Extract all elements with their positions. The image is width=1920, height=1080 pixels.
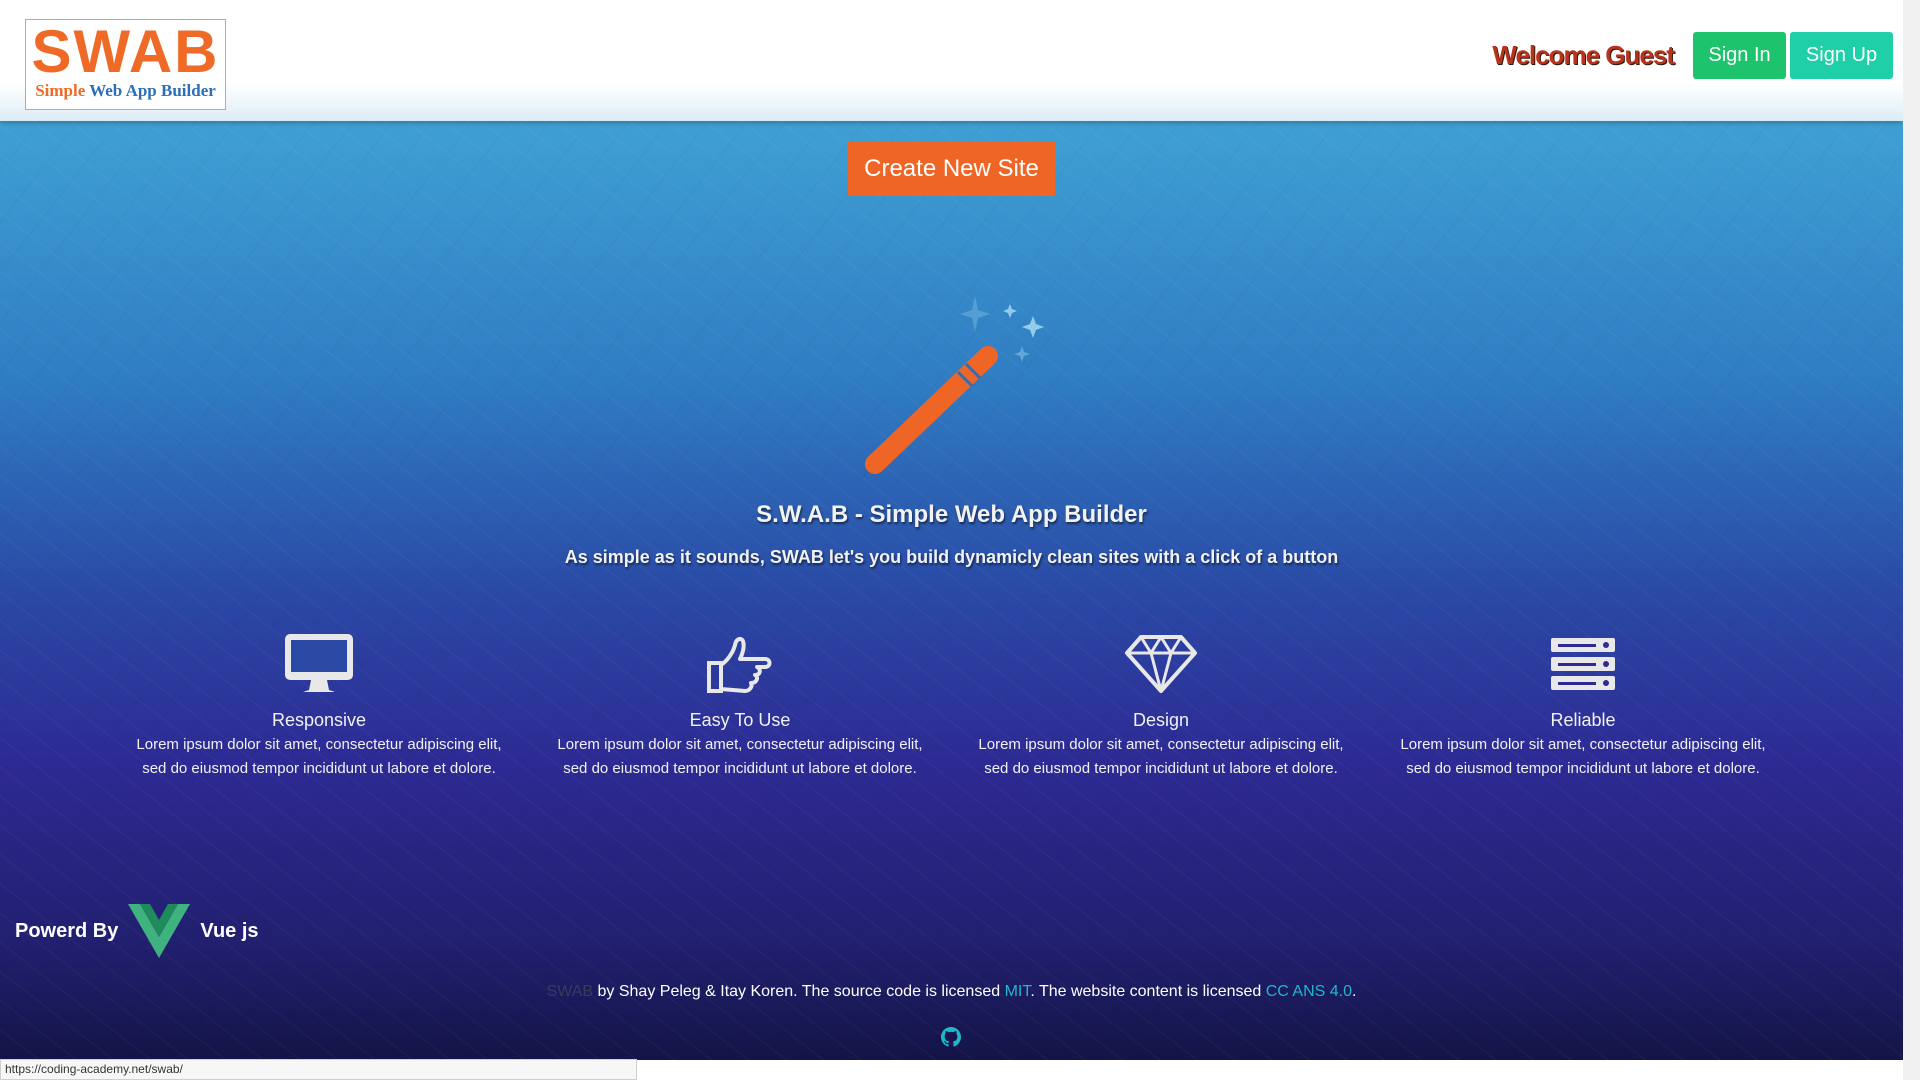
hero-section: Create New Site S.W.A.B - Simple Web App… bbox=[0, 121, 1903, 1060]
hero-title: S.W.A.B - Simple Web App Builder bbox=[756, 501, 1147, 528]
sign-up-button[interactable]: Sign Up bbox=[1790, 32, 1893, 79]
footer-credits: SWAB by Shay Peleg & Itay Koren. The sou… bbox=[0, 983, 1903, 1001]
magic-wand-icon bbox=[865, 296, 1044, 474]
powered-by-vue: Vue js bbox=[200, 919, 259, 942]
logo-wordmark: SWAB bbox=[31, 18, 220, 85]
vue-logo-icon[interactable] bbox=[128, 904, 191, 958]
feature-title: Easy To Use bbox=[689, 710, 791, 730]
footer-text: . bbox=[1352, 983, 1357, 1000]
feature-design: Design Lorem ipsum dolor sit amet, conse… bbox=[961, 629, 1361, 781]
feature-description: Lorem ipsum dolor sit amet, consectetur … bbox=[119, 733, 519, 781]
github-icon[interactable] bbox=[941, 1027, 961, 1047]
feature-desc-line: Lorem ipsum dolor sit amet, consectetur … bbox=[978, 736, 1344, 753]
footer-text: by Shay Peleg & Itay Koren. The source c… bbox=[593, 983, 1005, 1000]
page: SWAB Simple Web App Builder Welcome Gues… bbox=[0, 0, 1903, 1080]
feature-description: Lorem ipsum dolor sit amet, consectetur … bbox=[540, 733, 940, 781]
feature-title: Design bbox=[1132, 710, 1190, 730]
welcome-text: Welcome Guest bbox=[1492, 40, 1675, 70]
hero-subtitle: As simple as it sounds, SWAB let's you b… bbox=[564, 547, 1339, 567]
header: SWAB Simple Web App Builder Welcome Gues… bbox=[0, 0, 1903, 121]
feature-desc-line: Lorem ipsum dolor sit amet, consectetur … bbox=[136, 736, 502, 753]
feature-desc-line: sed do eiusmod tempor incididunt ut labo… bbox=[142, 760, 496, 777]
footer-brand: SWAB bbox=[546, 983, 594, 1000]
feature-desc-line: sed do eiusmod tempor incididunt ut labo… bbox=[1406, 760, 1760, 777]
logo-tagline: Simple Web App Builder bbox=[26, 81, 225, 101]
feature-easy-to-use: Easy To Use Lorem ipsum dolor sit amet, … bbox=[540, 629, 940, 781]
monitor-icon bbox=[285, 634, 353, 692]
powered-by: Powerd By Vue js bbox=[15, 904, 259, 958]
feature-reliable: Reliable Lorem ipsum dolor sit amet, con… bbox=[1383, 629, 1783, 781]
sign-in-button[interactable]: Sign In bbox=[1693, 32, 1786, 79]
feature-desc-line: sed do eiusmod tempor incididunt ut labo… bbox=[563, 760, 917, 777]
server-icon bbox=[1551, 638, 1615, 690]
diamond-icon bbox=[1125, 635, 1197, 693]
bottom-strip bbox=[637, 1060, 1903, 1080]
thumb-pointing-icon bbox=[707, 636, 772, 693]
feature-description: Lorem ipsum dolor sit amet, consectetur … bbox=[961, 733, 1361, 781]
feature-description: Lorem ipsum dolor sit amet, consectetur … bbox=[1383, 733, 1783, 781]
powered-by-label: Powerd By bbox=[15, 919, 119, 942]
mit-license-link[interactable]: MIT bbox=[1005, 983, 1031, 1000]
feature-desc-line: Lorem ipsum dolor sit amet, consectetur … bbox=[557, 736, 923, 753]
feature-desc-line: sed do eiusmod tempor incididunt ut labo… bbox=[984, 760, 1338, 777]
feature-title: Responsive bbox=[271, 710, 367, 730]
status-bar-url: https://coding-academy.net/swab/ bbox=[0, 1059, 637, 1080]
feature-title: Reliable bbox=[1550, 710, 1616, 730]
create-new-site-button[interactable]: Create New Site bbox=[848, 141, 1055, 196]
scrollbar[interactable] bbox=[1903, 0, 1920, 1080]
swab-logo[interactable]: SWAB Simple Web App Builder bbox=[25, 19, 226, 110]
logo-tagline-rest: Web App Builder bbox=[89, 81, 216, 100]
logo-tagline-simple: Simple bbox=[35, 81, 86, 100]
feature-desc-line: Lorem ipsum dolor sit amet, consectetur … bbox=[1400, 736, 1766, 753]
footer-text: . The website content is licensed bbox=[1030, 983, 1266, 1000]
cc-license-link[interactable]: CC ANS 4.0 bbox=[1266, 983, 1352, 1000]
feature-responsive: Responsive Lorem ipsum dolor sit amet, c… bbox=[119, 629, 519, 781]
